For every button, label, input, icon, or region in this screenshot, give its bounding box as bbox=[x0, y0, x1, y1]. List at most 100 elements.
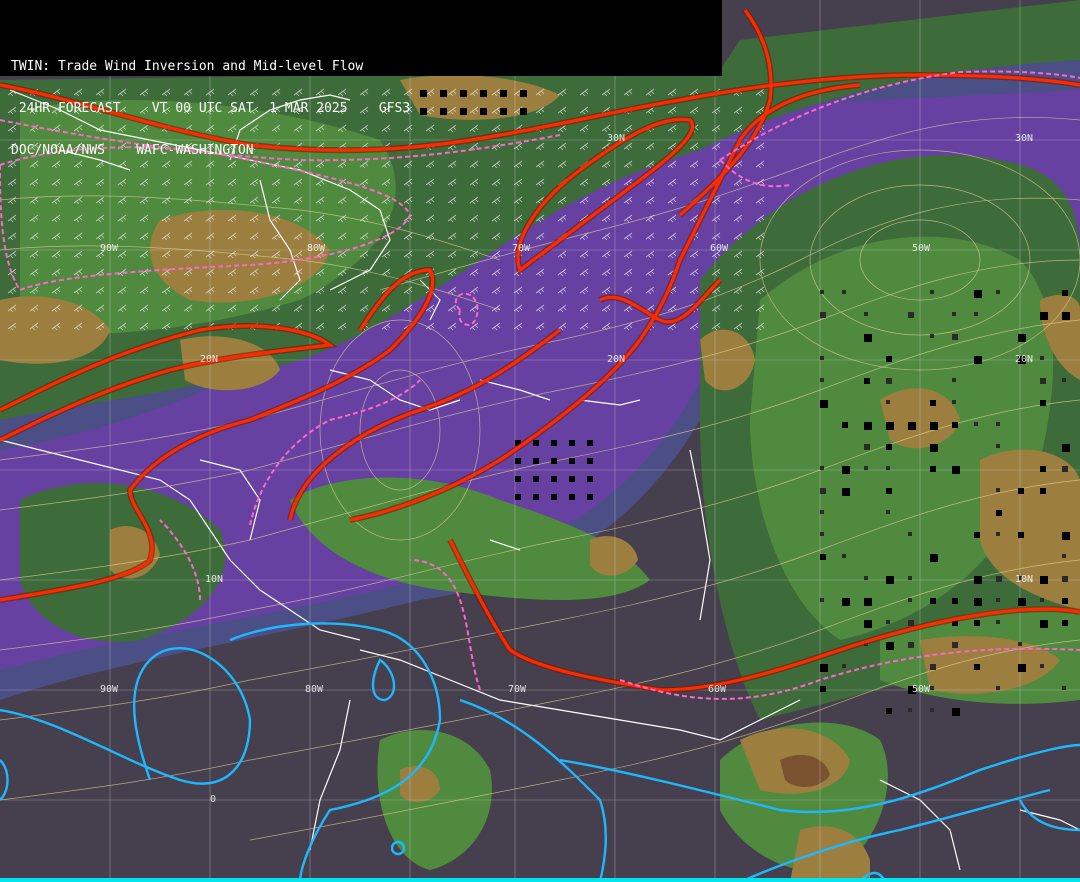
convection-box bbox=[842, 598, 850, 606]
convection-box bbox=[1062, 466, 1068, 472]
convection-box bbox=[930, 334, 934, 338]
convection-box bbox=[952, 598, 958, 604]
convection-box bbox=[864, 466, 868, 470]
convection-box bbox=[996, 290, 1000, 294]
convection-box bbox=[551, 458, 557, 464]
convection-box bbox=[864, 334, 872, 342]
convection-box bbox=[820, 400, 828, 408]
convection-box bbox=[886, 708, 892, 714]
convection-box bbox=[864, 312, 868, 316]
convection-box bbox=[587, 440, 593, 446]
convection-box bbox=[952, 312, 956, 316]
convection-box bbox=[952, 708, 960, 716]
convection-box bbox=[533, 458, 539, 464]
convection-box bbox=[1062, 290, 1068, 296]
convection-box bbox=[974, 290, 982, 298]
convection-box bbox=[842, 422, 848, 428]
convection-box bbox=[996, 576, 1002, 582]
convection-box bbox=[1062, 576, 1068, 582]
convection-box bbox=[1040, 488, 1046, 494]
convection-box bbox=[930, 444, 938, 452]
convection-box bbox=[886, 444, 892, 450]
convection-box bbox=[864, 620, 872, 628]
convection-box bbox=[1040, 400, 1046, 406]
convection-box bbox=[952, 400, 956, 404]
convection-box bbox=[930, 708, 934, 712]
convection-box bbox=[974, 356, 982, 364]
convection-box bbox=[886, 488, 892, 494]
convection-box bbox=[864, 422, 872, 430]
convection-box bbox=[1062, 532, 1070, 540]
convection-box bbox=[820, 356, 824, 360]
convection-box bbox=[886, 422, 894, 430]
convection-box bbox=[820, 312, 826, 318]
convection-box bbox=[974, 312, 978, 316]
bottom-border bbox=[0, 878, 1080, 882]
convection-box bbox=[1040, 598, 1044, 602]
convection-box bbox=[842, 466, 850, 474]
convection-box bbox=[930, 598, 936, 604]
convection-box bbox=[842, 554, 846, 558]
convection-box bbox=[820, 488, 826, 494]
header-title: TWIN: Trade Wind Inversion and Mid-level… bbox=[11, 59, 364, 74]
convection-box bbox=[930, 686, 934, 690]
convection-box bbox=[886, 378, 892, 384]
convection-box bbox=[820, 598, 824, 602]
convection-box bbox=[820, 290, 824, 294]
convection-box bbox=[974, 664, 980, 670]
convection-box bbox=[996, 510, 1002, 516]
convection-box bbox=[820, 510, 824, 514]
convection-box bbox=[996, 686, 1000, 690]
header-agency: DOC/NOAA/NWS WAFC-WASHINGTON bbox=[11, 143, 254, 158]
convection-box bbox=[515, 458, 521, 464]
lon-label-50w: 50W bbox=[912, 243, 931, 254]
convection-box bbox=[842, 290, 846, 294]
convection-box bbox=[587, 494, 593, 500]
convection-box bbox=[587, 458, 593, 464]
convection-box bbox=[886, 620, 890, 624]
convection-box bbox=[842, 664, 846, 668]
convection-box bbox=[1062, 312, 1070, 320]
convection-box bbox=[952, 422, 958, 428]
convection-box bbox=[551, 494, 557, 500]
convection-box bbox=[930, 290, 934, 294]
lat-label-10n: 10N bbox=[205, 574, 224, 585]
convection-box bbox=[515, 476, 521, 482]
convection-box bbox=[886, 642, 894, 650]
convection-box bbox=[930, 554, 938, 562]
lat-label-20n-east: 20N bbox=[1015, 354, 1034, 365]
convection-box bbox=[1062, 554, 1066, 558]
convection-box bbox=[908, 576, 912, 580]
convection-box bbox=[820, 554, 826, 560]
convection-box bbox=[886, 576, 894, 584]
convection-box bbox=[974, 422, 978, 426]
convection-box bbox=[974, 532, 980, 538]
convection-box bbox=[842, 488, 850, 496]
convection-box bbox=[974, 598, 982, 606]
convection-box bbox=[1040, 356, 1044, 360]
convection-box bbox=[587, 476, 593, 482]
convection-box bbox=[533, 440, 539, 446]
convection-box bbox=[551, 440, 557, 446]
convection-box bbox=[886, 356, 892, 362]
convection-box bbox=[908, 642, 914, 648]
convection-box bbox=[569, 476, 575, 482]
convection-box bbox=[886, 510, 890, 514]
lon-label-60w: 60W bbox=[710, 243, 729, 254]
lon-label-90w: 90W bbox=[100, 243, 119, 254]
lon-label-50w-south: 50W bbox=[912, 684, 931, 695]
convection-box bbox=[908, 598, 912, 602]
convection-box bbox=[1062, 620, 1068, 626]
convection-box bbox=[820, 532, 824, 536]
convection-box bbox=[930, 422, 938, 430]
lon-label-80w-south: 80W bbox=[305, 684, 324, 695]
convection-box bbox=[1062, 598, 1068, 604]
header-forecast-time: 24HR FORECAST VT 00 UTC SAT 1 MAR 2025 G… bbox=[11, 101, 411, 116]
convection-box bbox=[1040, 664, 1044, 668]
convection-box bbox=[1018, 664, 1026, 672]
convection-box bbox=[930, 400, 936, 406]
convection-box bbox=[864, 378, 870, 384]
convection-box bbox=[533, 494, 539, 500]
convection-box bbox=[569, 494, 575, 500]
lon-label-0: 0 bbox=[210, 794, 217, 805]
